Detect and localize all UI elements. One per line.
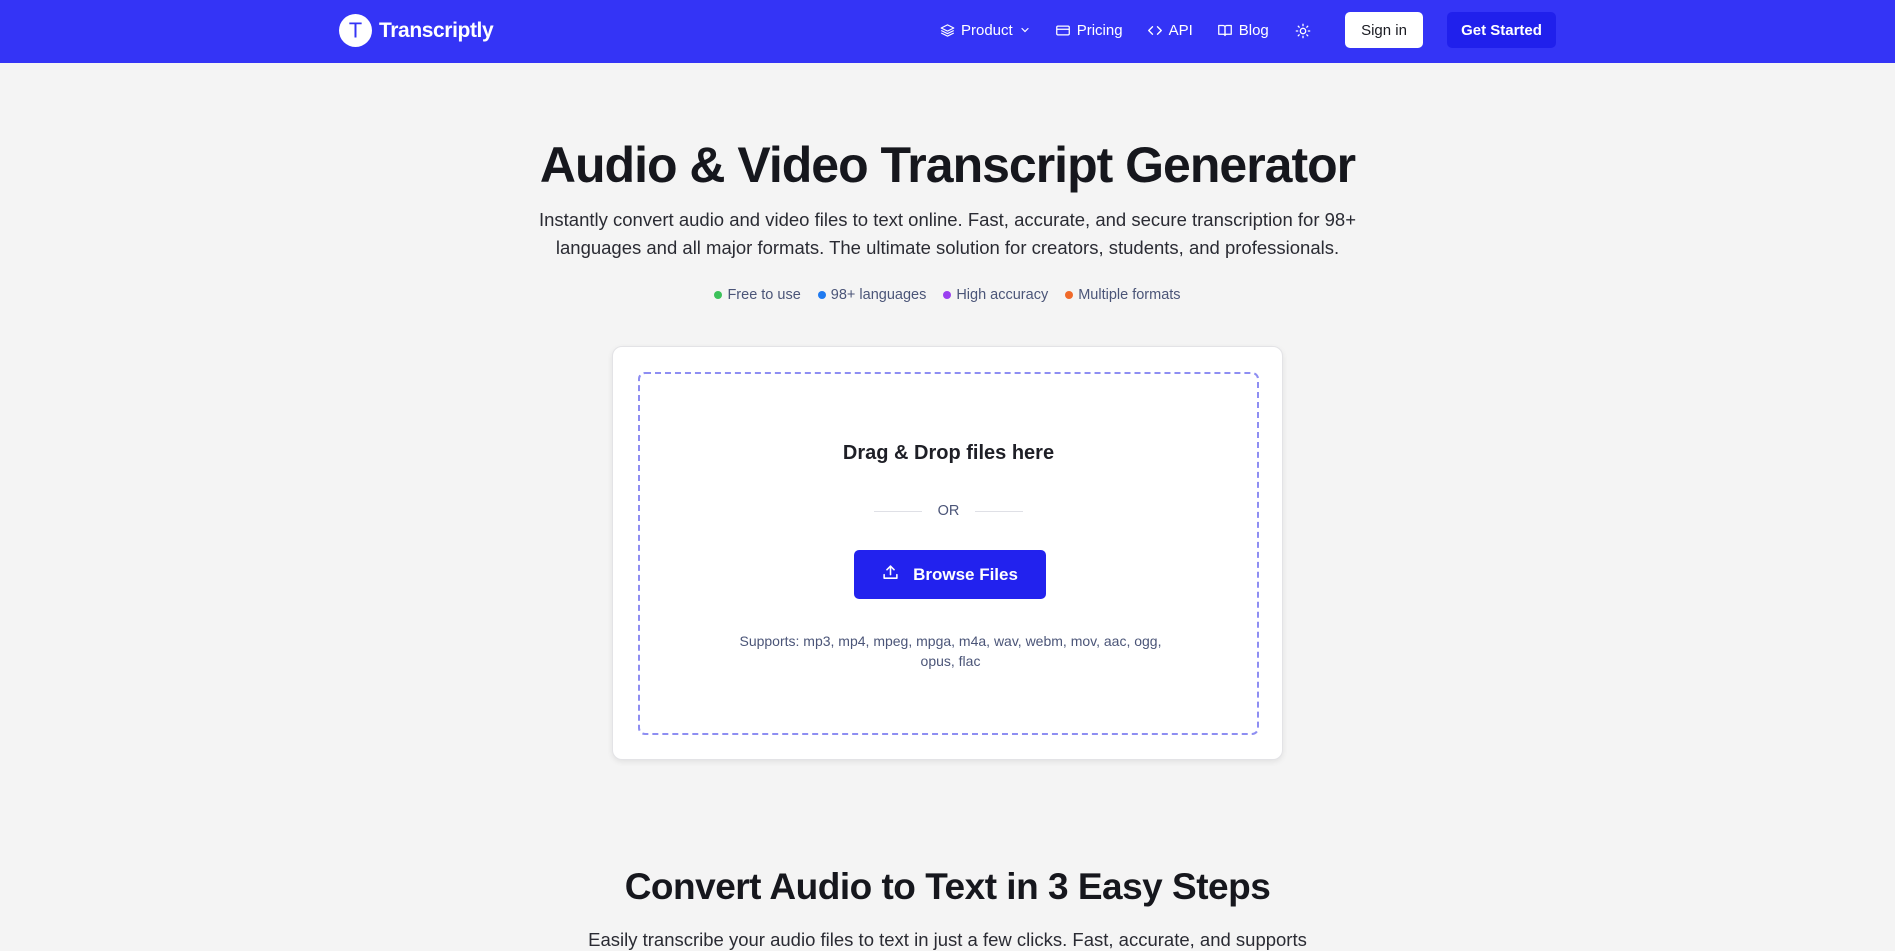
file-dropzone[interactable]: Drag & Drop files here OR Browse Files S… — [638, 372, 1259, 735]
top-navbar: T Transcriptly Product Pricing API Blog … — [0, 0, 1895, 63]
brand-logo-icon: T — [339, 14, 372, 47]
nav-product[interactable]: Product — [940, 22, 1031, 39]
feature-label: Free to use — [727, 287, 801, 303]
hero-title: Audio & Video Transcript Generator — [539, 137, 1356, 193]
credit-card-icon — [1055, 23, 1071, 38]
feature-item: Multiple formats — [1065, 287, 1181, 303]
feature-label: Multiple formats — [1078, 287, 1181, 303]
nav-pricing[interactable]: Pricing — [1055, 22, 1123, 39]
steps-title: Convert Audio to Text in 3 Easy Steps — [624, 866, 1271, 907]
browse-files-label: Browse Files — [913, 564, 1018, 584]
or-divider: OR — [640, 503, 1257, 519]
status-dot — [1065, 291, 1074, 299]
status-dot — [817, 291, 826, 299]
brand-name: Transcriptly — [379, 18, 494, 42]
or-label: OR — [937, 503, 960, 519]
upload-icon — [882, 564, 899, 586]
sun-icon[interactable] — [1292, 20, 1314, 42]
nav-blog[interactable]: Blog — [1217, 22, 1269, 39]
code-icon — [1147, 23, 1163, 38]
feature-list: Free to use 98+ languages High accuracy … — [0, 287, 1895, 303]
nav-blog-label: Blog — [1238, 21, 1269, 39]
feature-item: 98+ languages — [817, 287, 927, 303]
steps-subtitle: Easily transcribe your audio files to te… — [588, 929, 1307, 950]
upload-card: Drag & Drop files here OR Browse Files S… — [612, 346, 1283, 760]
feature-label: High accuracy — [956, 287, 1049, 303]
status-dot — [714, 291, 723, 299]
brand-logo-letter: T — [348, 19, 362, 43]
nav-api[interactable]: API — [1147, 22, 1193, 39]
layers-icon — [940, 23, 955, 38]
chevron-down-icon — [1019, 24, 1031, 36]
nav-api-label: API — [1168, 21, 1193, 39]
book-icon — [1217, 23, 1233, 38]
divider-line — [873, 510, 922, 512]
supported-formats: Supports: mp3, mp4, mpeg, mpga, m4a, wav… — [739, 633, 1162, 669]
main-nav: Product Pricing API Blog — [940, 0, 1293, 60]
divider-line — [975, 510, 1024, 512]
sign-in-button[interactable]: Sign in — [1345, 12, 1423, 48]
nav-pricing-label: Pricing — [1076, 21, 1123, 39]
nav-product-label: Product — [961, 21, 1013, 39]
feature-item: Free to use — [714, 287, 801, 303]
feature-label: 98+ languages — [830, 287, 927, 303]
browse-files-button[interactable]: Browse Files — [854, 550, 1046, 599]
brand-link[interactable]: T Transcriptly — [339, 14, 494, 47]
hero-subtitle: Instantly convert audio and video files … — [538, 209, 1357, 258]
feature-item: High accuracy — [943, 287, 1048, 303]
status-dot — [943, 291, 952, 299]
get-started-button[interactable]: Get Started — [1447, 12, 1556, 48]
dropzone-title: Drag & Drop files here — [842, 442, 1055, 464]
